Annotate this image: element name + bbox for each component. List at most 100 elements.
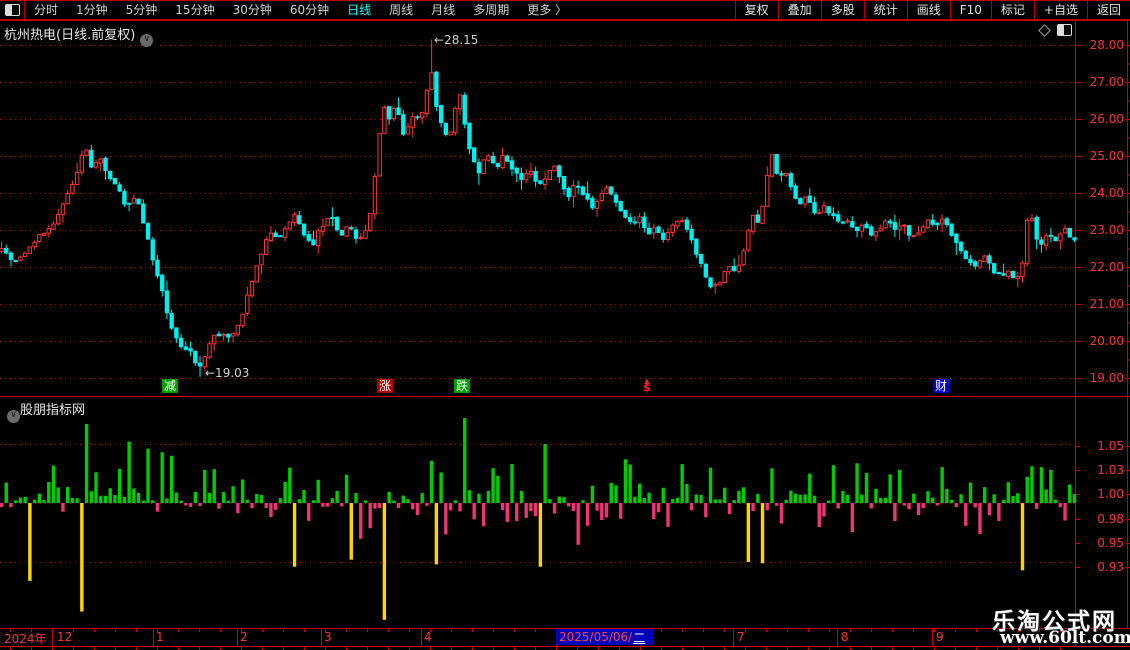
candle (812, 202, 817, 214)
candle (897, 225, 902, 230)
candle (689, 228, 694, 241)
candle (320, 225, 326, 232)
indicator-tick: 1.00 (1097, 487, 1124, 501)
indicator-bar (363, 500, 368, 503)
marker-$[interactable]: ▲ $ (639, 378, 655, 394)
indicator-collapse[interactable]: ∨ (2, 400, 20, 423)
toolbar-actions: 复权 叠加 多股 统计 画线 F10 标记 +自选 返回 (734, 1, 1130, 19)
toolbar-button-2[interactable]: 多股 (822, 1, 865, 19)
indicator-bar (1039, 467, 1044, 503)
candle (41, 233, 47, 236)
toolbar-button-4[interactable]: 画线 (908, 1, 951, 19)
candle (150, 239, 155, 261)
chevron-down-icon[interactable]: ∨ (140, 34, 154, 47)
period-tab-2[interactable]: 5分钟 (117, 1, 167, 19)
marker-跌[interactable]: 跌 (454, 379, 470, 393)
split-window-icon[interactable] (1057, 24, 1072, 36)
indicator-bar (481, 503, 486, 527)
toolbar-button-5[interactable]: F10 (951, 1, 992, 19)
indicator-bar (1030, 466, 1034, 503)
period-tab-1[interactable]: 1分钟 (67, 1, 117, 19)
candle (798, 198, 803, 205)
indicator-bar (278, 498, 283, 503)
candle (533, 170, 538, 182)
indicator-bar (997, 503, 1001, 522)
period-tab-5[interactable]: 60分钟 (281, 1, 338, 19)
period-tab-9[interactable]: 多周期 (464, 1, 518, 19)
diamond-icon[interactable] (1038, 23, 1051, 37)
marker-涨[interactable]: 涨 (377, 379, 393, 393)
indicator-bar (912, 493, 916, 503)
candle (873, 231, 879, 237)
candle (935, 222, 940, 226)
period-tab-0[interactable]: 分时 (25, 1, 67, 19)
period-tab-3[interactable]: 15分钟 (166, 1, 223, 19)
candle (1006, 270, 1011, 277)
candle (212, 334, 217, 345)
indicator-bar (637, 483, 642, 503)
toolbar-button-6[interactable]: 标记 (992, 1, 1035, 19)
indicator-bar (543, 444, 547, 503)
candle (982, 255, 987, 263)
month-label-2: 2 (240, 630, 248, 644)
toolbar-button-7[interactable]: +自选 (1035, 1, 1088, 19)
layout-button[interactable] (0, 1, 25, 19)
candle (519, 172, 524, 181)
indicator-bar (878, 497, 883, 503)
indicator-bar (184, 503, 188, 506)
indicator-bar (770, 468, 774, 503)
indicator-bar (198, 503, 202, 507)
candle (183, 346, 189, 351)
candle (765, 174, 770, 207)
indicator-bar (817, 503, 821, 527)
candle (575, 185, 581, 188)
marker-减[interactable]: 减 (162, 379, 178, 393)
candle (1015, 275, 1020, 279)
indicator-bar (311, 500, 316, 503)
indicator-bar (165, 498, 169, 503)
marker-财[interactable]: 财 (933, 379, 949, 393)
candle (112, 178, 118, 185)
toolbar-button-0[interactable]: 复权 (736, 1, 779, 19)
period-tab-7[interactable]: 周线 (380, 1, 422, 19)
indicator-bar (1020, 503, 1025, 571)
cursor-date-highlight: 2025/05/06/二 (556, 629, 654, 645)
period-tab-4[interactable]: 30分钟 (224, 1, 281, 19)
indicator-bar (746, 503, 751, 562)
toolbar-button-1[interactable]: 叠加 (779, 1, 822, 19)
indicator-bar (968, 482, 973, 503)
indicator-bar (827, 500, 831, 503)
indicator-bar (259, 495, 264, 503)
candle (566, 187, 571, 198)
candle (193, 350, 198, 364)
candle (391, 107, 397, 120)
candle (60, 203, 66, 215)
toolbar-button-3[interactable]: 统计 (865, 1, 908, 19)
indicator-bar (28, 503, 32, 581)
indicator-bar (411, 503, 415, 510)
indicator-bar (845, 494, 850, 503)
candle (958, 241, 964, 252)
indicator-bar (1016, 493, 1020, 503)
indicator-bar (940, 467, 944, 503)
period-tab-10[interactable]: 更多 〉 (518, 1, 576, 19)
toolbar-button-8[interactable]: 返回 (1088, 1, 1130, 19)
candle (538, 180, 543, 184)
candle (273, 232, 278, 238)
candle (547, 170, 553, 181)
candle (755, 214, 760, 223)
period-tab-8[interactable]: 月线 (422, 1, 464, 19)
candle (264, 239, 269, 255)
indicator-bar (269, 503, 273, 517)
candle (883, 220, 888, 229)
candle (377, 133, 382, 177)
indicator-bar (945, 488, 949, 503)
indicator-bar (841, 491, 845, 503)
candle (973, 261, 978, 267)
period-tab-6[interactable]: 日线 (338, 1, 380, 19)
indicator-bar (808, 473, 812, 503)
indicator-bar (888, 474, 892, 503)
candle (968, 258, 973, 264)
candle (254, 265, 259, 283)
candle (627, 217, 633, 222)
